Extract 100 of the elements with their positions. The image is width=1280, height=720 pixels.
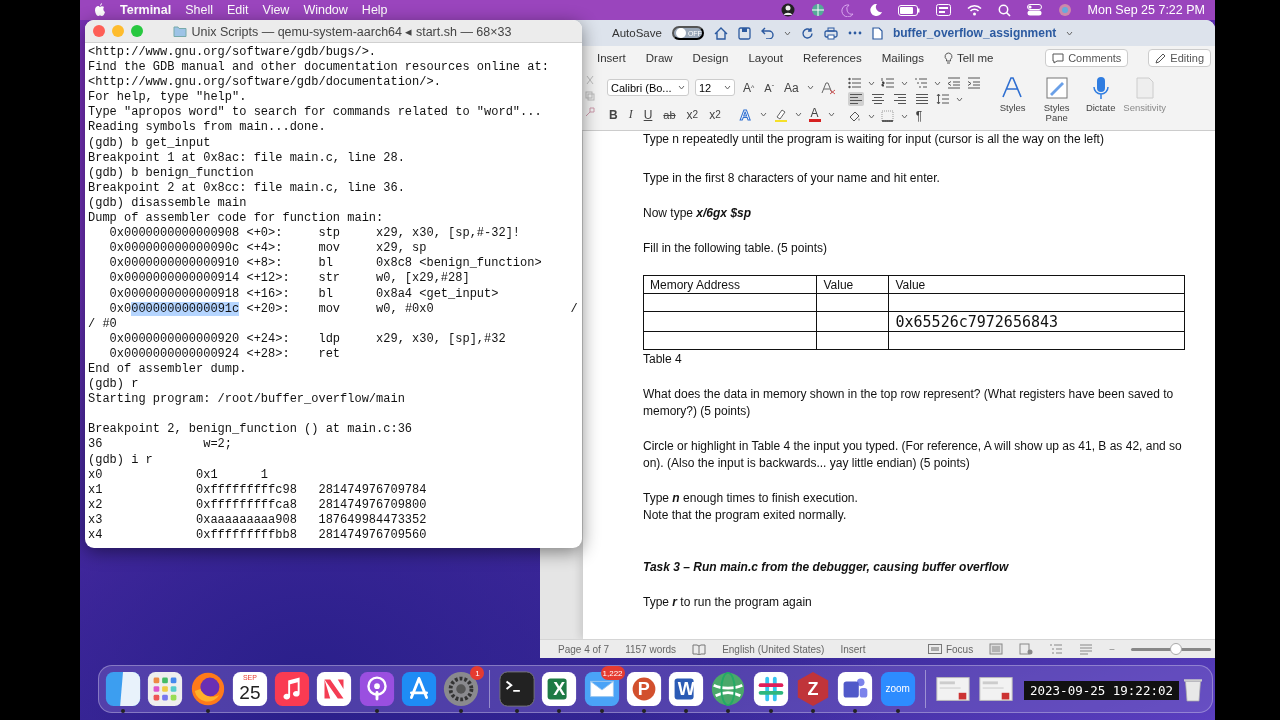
font-color-button[interactable]: A — [808, 107, 821, 122]
line-spacing-icon[interactable] — [935, 93, 950, 105]
ribbon-tab[interactable]: Mailings — [881, 50, 924, 66]
align-center-icon[interactable] — [869, 92, 886, 106]
focus-button[interactable]: Focus — [945, 643, 974, 655]
font-name-dropdown[interactable]: Calibri (Bo... — [607, 79, 689, 96]
comments-button[interactable]: Comments — [1045, 49, 1129, 67]
caret-icon[interactable] — [955, 96, 963, 102]
change-case-button[interactable]: Aa — [782, 80, 801, 95]
caret-icon[interactable] — [867, 80, 875, 86]
terminal-icon[interactable] — [497, 670, 536, 708]
document-title[interactable]: buffer_overflow_assignment — [892, 26, 1057, 40]
increase-indent-icon[interactable] — [966, 77, 981, 89]
caret-icon[interactable] — [806, 85, 814, 90]
borders-icon[interactable] — [880, 110, 895, 122]
save-icon[interactable] — [737, 26, 751, 40]
word-count[interactable]: 1157 words — [625, 643, 677, 655]
search-icon[interactable] — [997, 3, 1011, 17]
menu-item[interactable]: Terminal — [120, 3, 172, 17]
undo-icon[interactable] — [760, 27, 774, 39]
print-icon[interactable] — [823, 26, 838, 40]
avatar-icon[interactable] — [780, 3, 795, 17]
shading-icon[interactable] — [847, 110, 862, 122]
menu-item[interactable]: Window — [303, 3, 348, 17]
caret-icon[interactable] — [827, 112, 835, 117]
split-tile-icon[interactable] — [104, 670, 142, 708]
grid-icon[interactable] — [146, 670, 185, 708]
web-layout-icon[interactable] — [1019, 643, 1034, 655]
tell-me-field[interactable]: Tell me — [956, 52, 994, 64]
globe-icon[interactable] — [810, 3, 825, 17]
proofing-icon[interactable] — [692, 643, 707, 655]
ribbon-tab[interactable]: Insert — [597, 50, 626, 66]
align-justify-icon[interactable] — [913, 92, 930, 106]
video-tile-icon[interactable] — [878, 670, 917, 708]
font-size-dropdown[interactable]: 12 — [695, 79, 735, 96]
redo-icon[interactable] — [800, 26, 814, 40]
format-button[interactable]: U — [641, 107, 655, 122]
toggles-icon[interactable] — [1026, 4, 1042, 16]
caret-icon[interactable] — [783, 30, 791, 36]
ribbon-icon[interactable] — [315, 670, 354, 708]
menu-item[interactable]: Shell — [185, 3, 213, 17]
calendar-icon[interactable] — [230, 670, 269, 708]
grow-font-button[interactable]: A$^{^}$ — [741, 80, 757, 95]
more-icon[interactable] — [847, 31, 862, 35]
caret-icon[interactable] — [759, 112, 767, 117]
menu-item[interactable]: View — [262, 3, 290, 17]
document-icon[interactable] — [667, 670, 706, 708]
podcast-icon[interactable] — [357, 670, 396, 708]
align-right-icon[interactable] — [891, 92, 908, 106]
zoom-slider[interactable] — [1131, 643, 1211, 655]
dictate-button[interactable]: Dictate — [1080, 73, 1121, 113]
styles-pane-button[interactable]: Styles Pane — [1036, 73, 1077, 123]
home-icon[interactable] — [713, 26, 728, 40]
lightbulb-icon[interactable] — [943, 51, 953, 65]
caret-icon[interactable] — [1066, 30, 1074, 36]
focus-icon[interactable] — [927, 644, 942, 654]
styles-button[interactable]: Styles — [992, 73, 1033, 113]
edit-mode-status[interactable]: Insert — [840, 643, 866, 655]
gear-icon[interactable] — [442, 670, 481, 708]
format-button[interactable]: ab — [661, 108, 678, 121]
menu-clock[interactable]: Mon Sep 25 7:22 PM — [1087, 3, 1205, 17]
language-status[interactable]: English (United States) — [722, 643, 825, 655]
pilcrow-button[interactable]: ¶ — [913, 109, 925, 123]
ribbon-tab[interactable]: Draw — [645, 50, 673, 66]
multilevel-list-icon[interactable] — [913, 77, 928, 89]
decrease-indent-icon[interactable] — [946, 77, 961, 89]
caret-icon[interactable] — [933, 80, 941, 86]
numbering-icon[interactable] — [880, 77, 895, 89]
caret-icon[interactable] — [867, 113, 875, 119]
menu-item[interactable]: Edit — [226, 3, 249, 17]
caret-icon[interactable] — [900, 113, 908, 119]
menu-item[interactable]: Help — [361, 3, 388, 17]
spreadsheet-icon[interactable] — [540, 670, 579, 708]
music-note-icon[interactable] — [273, 670, 312, 708]
caret-icon[interactable] — [724, 85, 731, 90]
clear-formatting-icon[interactable] — [819, 80, 836, 95]
ribbon-tab[interactable]: Design — [692, 50, 729, 66]
hash-icon[interactable] — [751, 670, 790, 708]
close-button[interactable] — [93, 25, 105, 37]
caret-icon[interactable] — [900, 80, 908, 86]
caret-icon[interactable] — [794, 112, 802, 117]
align-left-icon[interactable] — [847, 92, 864, 106]
app-store-icon[interactable] — [400, 670, 439, 708]
shrink-font-button[interactable]: A$^{ˇ}$ — [762, 81, 776, 94]
slides-icon[interactable] — [624, 670, 663, 708]
zoom-slider-thumb[interactable] — [1169, 643, 1182, 655]
caret-icon[interactable] — [678, 85, 685, 90]
ribbon-tab[interactable]: Layout — [748, 50, 783, 66]
format-button[interactable]: I — [626, 107, 635, 122]
apple-icon[interactable] — [94, 3, 106, 17]
editing-button[interactable]: Editing — [1148, 49, 1211, 67]
format-button[interactable]: B — [607, 107, 620, 122]
battery-icon[interactable] — [897, 4, 920, 16]
wifi-icon[interactable] — [966, 4, 982, 16]
envelope-icon[interactable] — [582, 670, 621, 708]
moon-icon[interactable] — [869, 4, 882, 16]
people-icon[interactable] — [836, 670, 875, 708]
bullets-icon[interactable] — [847, 77, 862, 89]
ribbon-tab[interactable]: References — [802, 50, 862, 66]
display-icon[interactable] — [935, 4, 951, 16]
